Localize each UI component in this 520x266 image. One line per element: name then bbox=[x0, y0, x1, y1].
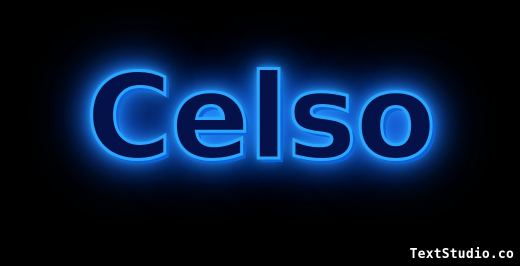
glowing-word-text: Celso bbox=[84, 47, 437, 188]
text-effect-canvas: Celso TextStudio.co bbox=[0, 0, 520, 266]
site-watermark: TextStudio.co bbox=[409, 247, 514, 262]
